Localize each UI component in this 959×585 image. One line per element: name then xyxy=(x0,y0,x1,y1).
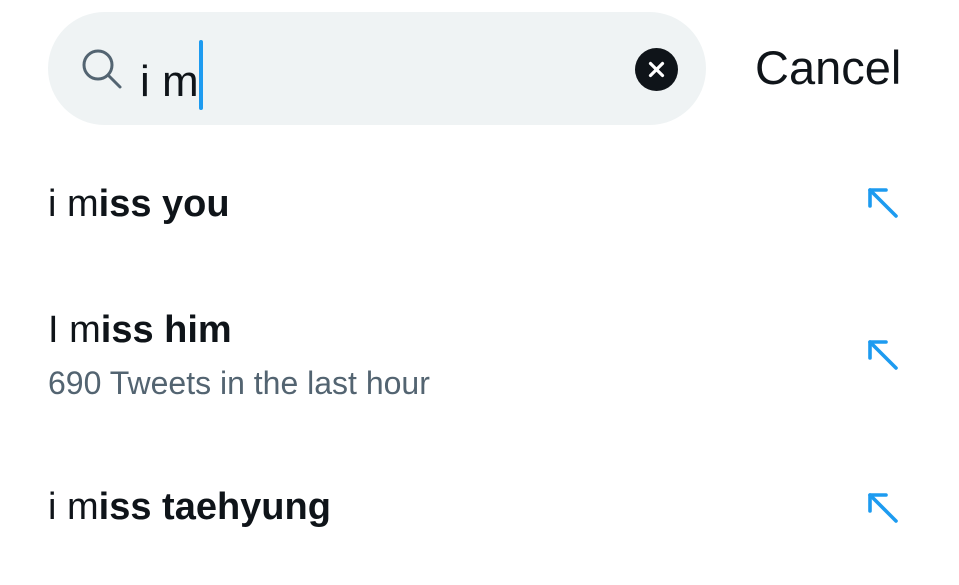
text-caret xyxy=(198,40,203,110)
suggestion-completion-text: iss him xyxy=(100,309,232,351)
suggestion-completion-text: iss taehyung xyxy=(98,486,331,528)
arrow-up-left-icon[interactable] xyxy=(864,336,902,374)
suggestion-title: i miss taehyung xyxy=(48,485,331,529)
suggestion-item[interactable]: I miss him 690 Tweets in the last hour xyxy=(0,290,959,420)
clear-search-button[interactable] xyxy=(635,48,678,91)
suggestion-completion-text: iss you xyxy=(98,183,230,225)
suggestion-title: I miss him xyxy=(48,308,232,352)
search-bar[interactable]: i m xyxy=(48,12,706,125)
suggestion-typed-text: i m xyxy=(48,183,99,225)
suggestion-typed-text: I m xyxy=(48,309,101,351)
suggestion-item[interactable]: i miss taehyung xyxy=(0,465,959,555)
search-icon xyxy=(82,49,122,89)
close-icon xyxy=(648,61,665,78)
suggestion-item[interactable]: i miss you xyxy=(0,160,959,250)
suggestion-subtitle: 690 Tweets in the last hour xyxy=(48,365,430,401)
arrow-up-left-icon[interactable] xyxy=(864,184,902,222)
search-query-text: i m xyxy=(140,57,199,106)
search-input[interactable]: i m xyxy=(140,40,203,110)
arrow-up-left-icon[interactable] xyxy=(864,489,902,527)
suggestion-typed-text: i m xyxy=(48,486,99,528)
cancel-button[interactable]: Cancel xyxy=(755,40,901,96)
suggestion-title: i miss you xyxy=(48,182,230,226)
